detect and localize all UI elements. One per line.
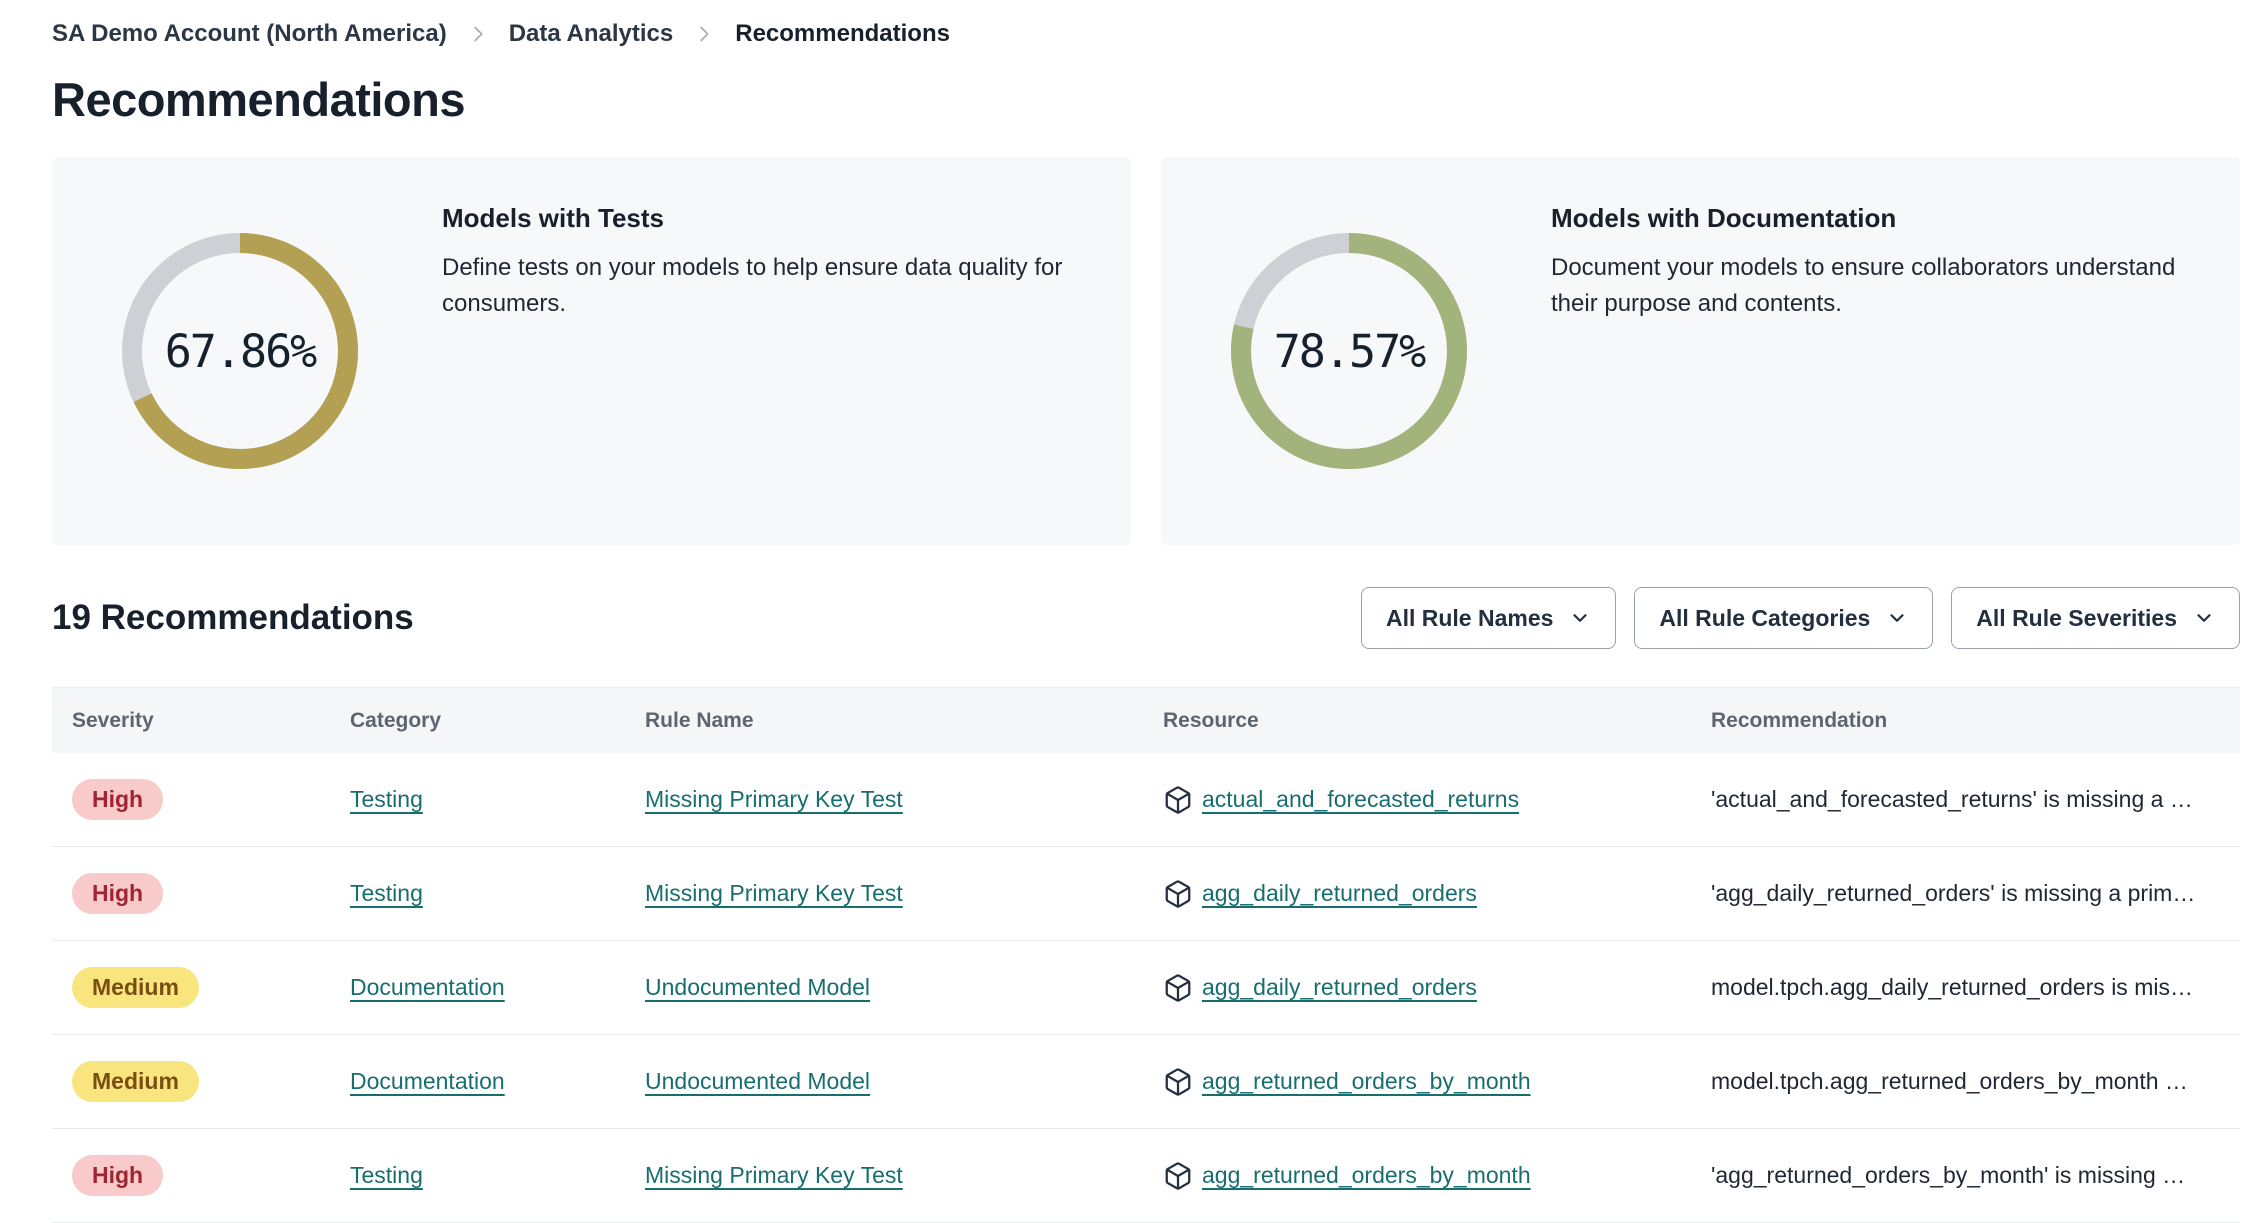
- chevron-right-icon: [693, 23, 715, 45]
- table-row: Medium Documentation Undocumented Model agg…: [52, 941, 2240, 1035]
- severity-cell: High: [72, 872, 350, 915]
- donut-percent-documentation: 78.57%: [1273, 324, 1427, 378]
- card-title-documentation: Models with Documentation: [1551, 203, 1897, 233]
- category-link[interactable]: Testing: [350, 786, 423, 812]
- severity-cell: High: [72, 1154, 350, 1197]
- donut-chart-tests: 67.86%: [120, 231, 360, 471]
- filter-rule-severities-label: All Rule Severities: [1976, 604, 2177, 631]
- breadcrumb-current: Recommendations: [735, 20, 950, 47]
- chevron-down-icon: [2193, 607, 2215, 629]
- resource-cell: agg_returned_orders_by_month: [1163, 1161, 1711, 1191]
- resource-link[interactable]: agg_daily_returned_orders: [1202, 880, 1477, 907]
- card-models-with-tests: 67.86% Models with Tests Define tests on…: [52, 157, 1131, 545]
- resource-cell: agg_daily_returned_orders: [1163, 973, 1711, 1003]
- rule-name-link[interactable]: Missing Primary Key Test: [645, 1162, 903, 1188]
- donut-percent-tests: 67.86%: [164, 324, 318, 378]
- rule-name-cell: Missing Primary Key Test: [645, 880, 1163, 907]
- chevron-right-icon: [467, 23, 489, 45]
- resource-cell: agg_returned_orders_by_month: [1163, 1067, 1711, 1097]
- resource-link[interactable]: agg_daily_returned_orders: [1202, 974, 1477, 1001]
- rule-name-link[interactable]: Missing Primary Key Test: [645, 786, 903, 812]
- page-title: Recommendations: [52, 73, 465, 126]
- rule-name-link[interactable]: Undocumented Model: [645, 974, 870, 1000]
- table-header-row: Severity Category Rule Name Resource Rec…: [52, 687, 2240, 753]
- rule-name-cell: Undocumented Model: [645, 974, 1163, 1001]
- category-link[interactable]: Documentation: [350, 1068, 505, 1094]
- recommendation-cell: 'actual_and_forecasted_returns' is missi…: [1711, 786, 2193, 812]
- severity-badge: High: [72, 872, 164, 915]
- model-cube-icon: [1165, 785, 1191, 814]
- severity-cell: Medium: [72, 1060, 350, 1103]
- breadcrumb-project[interactable]: Data Analytics: [509, 20, 674, 48]
- category-cell: Testing: [350, 1162, 645, 1189]
- rule-name-cell: Undocumented Model: [645, 1068, 1163, 1095]
- recommendation-cell: 'agg_daily_returned_orders' is missing a…: [1711, 880, 2196, 906]
- category-cell: Testing: [350, 786, 645, 813]
- rule-name-cell: Missing Primary Key Test: [645, 1162, 1163, 1189]
- table-row: Medium Documentation Undocumented Model agg…: [52, 1035, 2240, 1129]
- card-text-tests: Models with Tests Define tests on your m…: [442, 157, 1131, 322]
- recommendation-cell: model.tpch.agg_returned_orders_by_month …: [1711, 1068, 2188, 1094]
- table-row: High Testing Missing Primary Key Test agg_d…: [52, 847, 2240, 941]
- resource-link[interactable]: actual_and_forecasted_returns: [1202, 786, 1519, 813]
- donut-chart-documentation: 78.57%: [1229, 231, 1469, 471]
- filter-rule-names-label: All Rule Names: [1385, 604, 1554, 631]
- recommendations-table: Severity Category Rule Name Resource Rec…: [52, 687, 2240, 1223]
- severity-cell: High: [72, 778, 350, 821]
- breadcrumb-account[interactable]: SA Demo Account (North America): [52, 20, 447, 48]
- resource-link[interactable]: agg_returned_orders_by_month: [1202, 1162, 1531, 1189]
- category-link[interactable]: Testing: [350, 1162, 423, 1188]
- category-cell: Documentation: [350, 974, 645, 1001]
- rule-name-link[interactable]: Missing Primary Key Test: [645, 880, 903, 906]
- resource-link[interactable]: agg_returned_orders_by_month: [1202, 1068, 1531, 1095]
- model-cube-icon: [1165, 973, 1191, 1002]
- recommendation-cell: model.tpch.agg_daily_returned_orders is …: [1711, 974, 2193, 1000]
- model-cube-icon: [1165, 1067, 1191, 1096]
- severity-badge: Medium: [72, 966, 199, 1009]
- resource-cell: agg_daily_returned_orders: [1163, 879, 1711, 909]
- resource-cell: actual_and_forecasted_returns: [1163, 785, 1711, 815]
- list-header: 19 Recommendations All Rule Names All Ru…: [52, 587, 2240, 649]
- recommendations-page: SA Demo Account (North America) Data Ana…: [0, 0, 2248, 1223]
- filter-rule-categories-dropdown[interactable]: All Rule Categories: [1634, 587, 1934, 649]
- column-header-resource: Resource: [1163, 708, 1259, 732]
- column-header-rule-name: Rule Name: [645, 708, 754, 732]
- recommendations-count-title: 19 Recommendations: [52, 598, 414, 637]
- severity-badge: Medium: [72, 1060, 199, 1103]
- filter-rule-severities-dropdown[interactable]: All Rule Severities: [1951, 587, 2240, 649]
- card-description-tests: Define tests on your models to help ensu…: [442, 254, 1063, 317]
- column-header-recommendation: Recommendation: [1711, 708, 1888, 732]
- metric-cards: 67.86% Models with Tests Define tests on…: [52, 157, 2240, 545]
- filter-rule-names-dropdown[interactable]: All Rule Names: [1360, 587, 1617, 649]
- filter-rule-categories-label: All Rule Categories: [1659, 604, 1871, 631]
- severity-cell: Medium: [72, 966, 350, 1009]
- category-cell: Documentation: [350, 1068, 645, 1095]
- card-models-with-documentation: 78.57% Models with Documentation Documen…: [1161, 157, 2240, 545]
- severity-badge: High: [72, 778, 164, 821]
- rule-name-link[interactable]: Undocumented Model: [645, 1068, 870, 1094]
- category-link[interactable]: Documentation: [350, 974, 505, 1000]
- severity-badge: High: [72, 1154, 164, 1197]
- model-cube-icon: [1165, 879, 1191, 908]
- card-description-documentation: Document your models to ensure collabora…: [1551, 254, 2176, 317]
- chevron-down-icon: [1569, 607, 1591, 629]
- card-title-tests: Models with Tests: [442, 203, 664, 233]
- card-text-documentation: Models with Documentation Document your …: [1551, 157, 2240, 322]
- rule-name-cell: Missing Primary Key Test: [645, 786, 1163, 813]
- table-row: High Testing Missing Primary Key Test actua…: [52, 753, 2240, 847]
- breadcrumb: SA Demo Account (North America) Data Ana…: [52, 0, 2240, 48]
- filter-bar: All Rule Names All Rule Categories All R…: [1360, 587, 2240, 649]
- chevron-down-icon: [1886, 607, 1908, 629]
- column-header-severity: Severity: [72, 708, 154, 732]
- category-cell: Testing: [350, 880, 645, 907]
- category-link[interactable]: Testing: [350, 880, 423, 906]
- column-header-category: Category: [350, 708, 442, 732]
- model-cube-icon: [1165, 1161, 1191, 1190]
- recommendation-cell: 'agg_returned_orders_by_month' is missin…: [1711, 1162, 2186, 1188]
- table-row: High Testing Missing Primary Key Test agg_r…: [52, 1129, 2240, 1223]
